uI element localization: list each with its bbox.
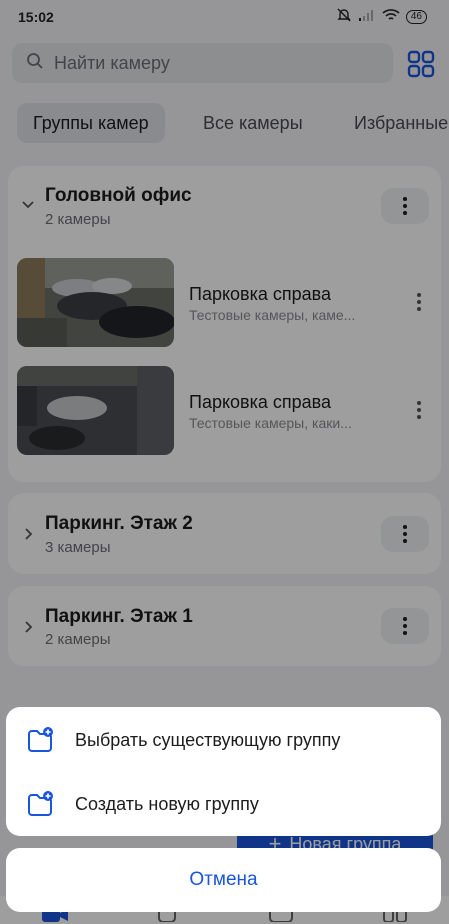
cancel-sheet: Отмена (6, 848, 441, 912)
folder-add-icon (25, 789, 55, 819)
cancel-button[interactable]: Отмена (6, 848, 441, 912)
folder-add-icon (25, 725, 55, 755)
create-new-group-option[interactable]: Создать новую группу (6, 773, 441, 835)
option-label: Выбрать существующую группу (75, 729, 341, 750)
action-sheet: Выбрать существующую группу Создать нову… (6, 707, 441, 836)
option-label: Создать новую группу (75, 793, 259, 814)
select-existing-group-option[interactable]: Выбрать существующую группу (6, 709, 441, 771)
